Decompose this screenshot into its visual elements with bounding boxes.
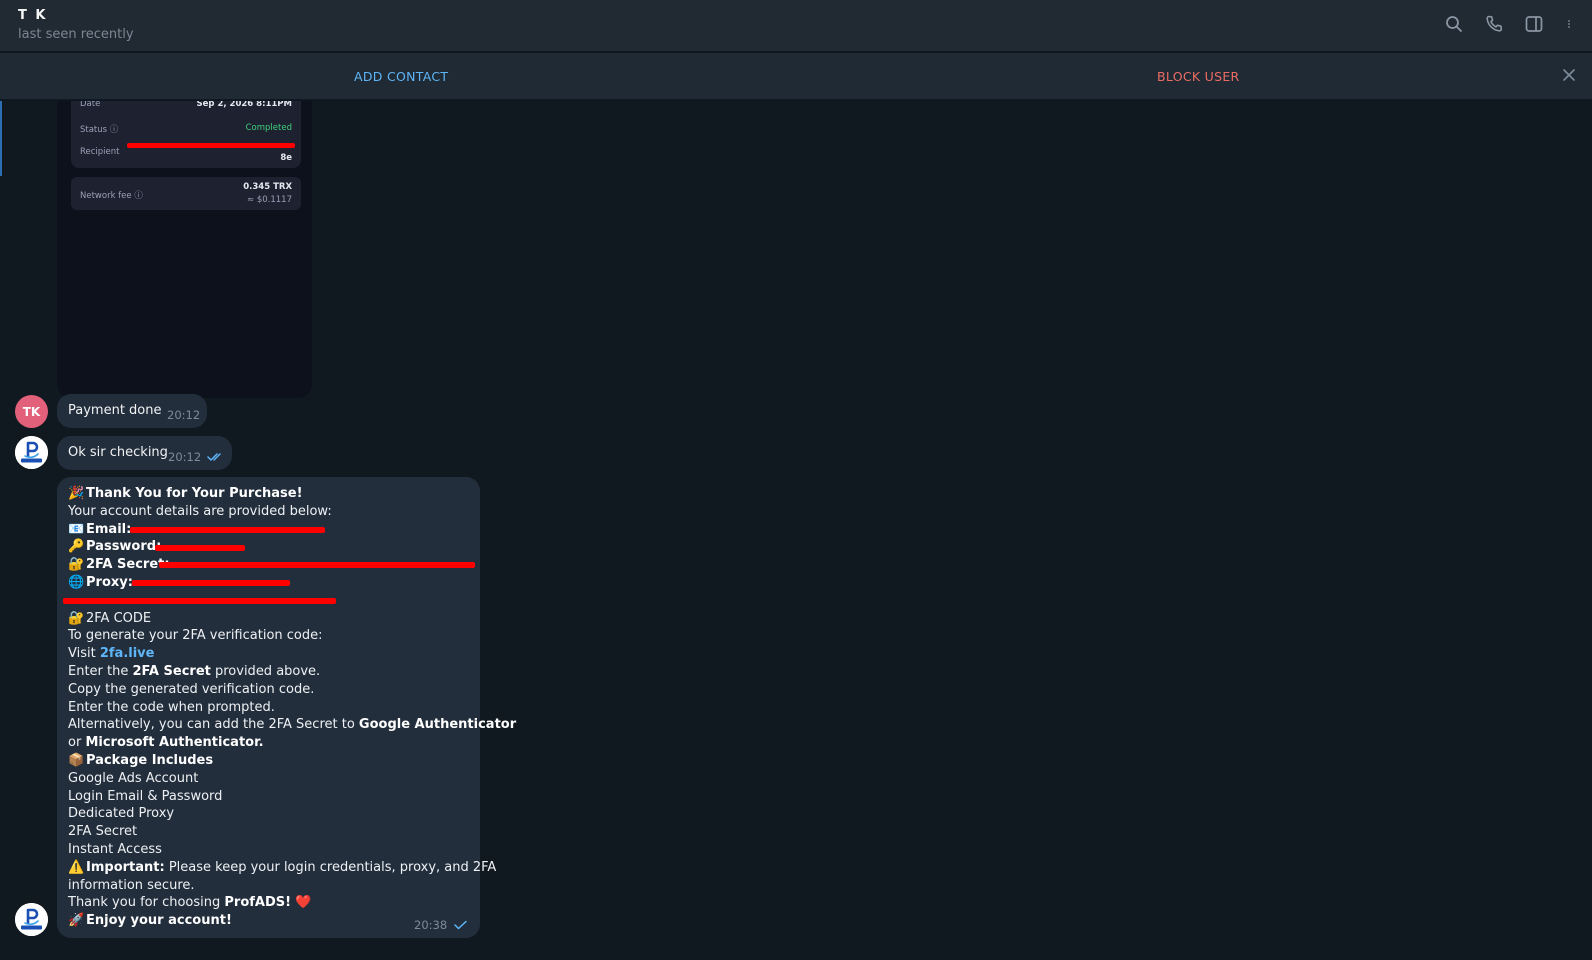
header-actions [1444, 14, 1574, 34]
contact-action-bar: ADD CONTACT BLOCK USER [0, 53, 1592, 100]
add-contact-button[interactable]: ADD CONTACT [354, 69, 448, 84]
check-icon [454, 920, 467, 930]
receipt-details-card: Date Sep 2, 2026 8:11PM Status ⓘ Complet… [71, 101, 301, 168]
receipt-fee-usd: ≈ $0.1117 [247, 195, 292, 205]
message-line: 🌐 Proxy: [68, 574, 478, 592]
list-item: Dedicated Proxy [68, 806, 175, 822]
receipt-status-label: Status ⓘ [80, 125, 119, 135]
message-time: 20:12 [168, 450, 202, 464]
redaction-mark [130, 526, 325, 533]
message-bubble-payment[interactable]: Payment done 20:12 [57, 394, 207, 428]
lock-icon: 🔐 [68, 557, 85, 573]
sidebar-toggle-icon[interactable] [1524, 14, 1544, 34]
envelope-icon: 📧 [68, 521, 85, 537]
heart-icon: ❤️ [295, 895, 312, 911]
globe-icon: 🌐 [68, 574, 85, 590]
list-item: Login Email & Password [68, 788, 223, 804]
purchase-message-body: 🎉 Thank You for Your Purchase! Your accou… [63, 485, 517, 930]
avatar[interactable]: TK [15, 395, 48, 428]
message-line: or Microsoft Authenticator. [68, 735, 264, 751]
close-icon[interactable] [1560, 66, 1578, 84]
list-item: 2FA Secret [68, 824, 138, 840]
message-bubble-purchase[interactable]: 🎉 Thank You for Your Purchase! Your accou… [57, 477, 517, 938]
receipt-status-value: Completed [245, 123, 292, 133]
info-icon: ⓘ [134, 191, 143, 201]
message-line: Your account details are provided below: [68, 503, 332, 519]
info-icon: ⓘ [109, 125, 119, 135]
receipt-date-label: Date [80, 101, 101, 109]
package-icon: 📦 [68, 752, 85, 768]
receipt-fee-value: 0.345 TRX [243, 182, 292, 192]
redaction-mark [63, 597, 336, 604]
phone-icon[interactable] [1484, 14, 1504, 34]
message-time: 20:12 [167, 408, 201, 422]
message-line: Enter the code when prompted. [68, 699, 275, 715]
profads-logo-icon [15, 903, 48, 936]
message-line: ⚠️ Important: Please keep your login cred… [68, 859, 497, 875]
chat-header: T K last seen recently [0, 0, 1592, 52]
message-text: Payment done [68, 403, 162, 418]
message-line: 🔑 Password: [68, 538, 478, 556]
message-line: Enter the 2FA Secret provided above. [68, 663, 321, 679]
message-line: 🎉 Thank You for Your Purchase! [68, 486, 303, 501]
message-line [63, 592, 478, 610]
redaction-mark [132, 579, 290, 586]
chat-title[interactable]: T K [18, 8, 47, 23]
receipt-recipient-tail: 8e [280, 153, 292, 163]
message-line: 🔐 2FA Secret: [68, 556, 478, 574]
profads-logo-icon [15, 436, 48, 469]
message-text: Ok sir checking [68, 445, 168, 460]
lock-icon: 🔐 [68, 610, 85, 626]
message-line: 🔐 2FA CODE [68, 610, 152, 626]
receipt-date-value: Sep 2, 2026 8:11PM [196, 101, 292, 109]
redaction-mark [155, 545, 245, 552]
block-user-button[interactable]: BLOCK USER [1157, 69, 1240, 84]
receipt-image-message[interactable]: Date Sep 2, 2026 8:11PM Status ⓘ Complet… [57, 101, 312, 398]
2fa-live-link[interactable]: 2fa.live [100, 646, 155, 661]
warning-icon: ⚠️ [68, 859, 85, 875]
receipt-fee-label: Network fee ⓘ [80, 191, 143, 201]
scroll-indicator [0, 101, 2, 176]
list-item: Instant Access [68, 841, 162, 857]
message-line: Thank you for choosing ProfADS! ❤️ [68, 895, 312, 911]
redaction-mark [159, 562, 475, 569]
message-line: Alternatively, you can add the 2FA Secre… [68, 717, 517, 733]
message-line: 📧 Email: [68, 521, 478, 539]
avatar[interactable] [15, 436, 48, 469]
message-line: To generate your 2FA verification code: [68, 628, 323, 644]
rocket-icon: 🚀 [68, 913, 85, 929]
message-time: 20:38 [414, 918, 448, 932]
party-popper-icon: 🎉 [68, 486, 85, 501]
receipt-recipient-label: Recipient [80, 147, 120, 157]
message-line: Visit 2fa.live [68, 646, 155, 662]
list-item: Google Ads Account [68, 770, 199, 786]
double-check-icon [207, 453, 221, 461]
message-bubble-checking[interactable]: Ok sir checking 20:12 [57, 436, 232, 470]
key-icon: 🔑 [68, 539, 85, 555]
message-line: Copy the generated verification code. [68, 681, 315, 697]
chat-status: last seen recently [18, 27, 134, 42]
message-line: 📦 Package Includes [68, 752, 214, 768]
avatar[interactable] [15, 903, 48, 936]
search-icon[interactable] [1444, 14, 1464, 34]
more-vertical-icon[interactable] [1564, 14, 1574, 34]
receipt-fee-card: Network fee ⓘ 0.345 TRX ≈ $0.1117 [71, 177, 301, 210]
message-line: information secure. [68, 877, 195, 893]
redaction-mark [127, 143, 295, 148]
message-list[interactable]: Date Sep 2, 2026 8:11PM Status ⓘ Complet… [0, 101, 1592, 960]
